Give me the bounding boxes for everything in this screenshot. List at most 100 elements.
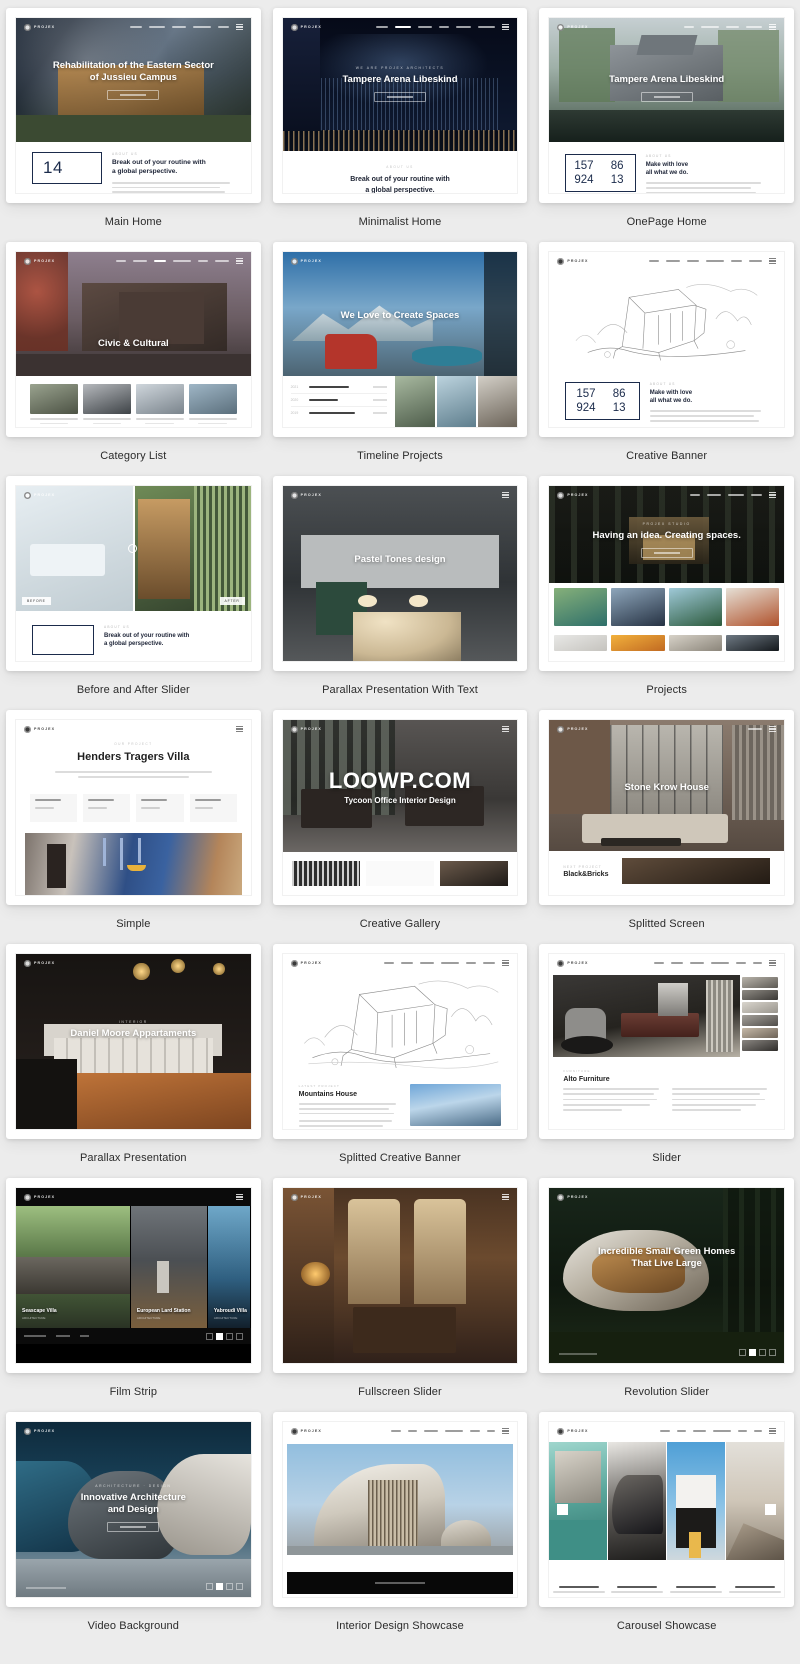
list-item[interactable] [82,384,131,425]
gallery-item[interactable] [668,588,722,626]
menu-icon[interactable] [235,726,243,732]
menu-icon[interactable] [235,258,243,264]
slider-thumb[interactable] [742,1040,778,1052]
slider-thumb[interactable] [742,1027,778,1039]
demo-thumbnail[interactable]: PROJEX [281,1421,519,1598]
demo-thumbnail[interactable]: BEFORE AFTER PROJEX ABOUT US Break out o… [15,485,252,662]
demo-thumbnail[interactable]: PROJEX [548,953,785,1130]
gallery-item[interactable] [668,635,722,651]
gallery-item[interactable] [554,588,608,626]
demo-card-minimalist-home[interactable]: PROJEX WE ARE PROJEX ARCHITECTS Tampere … [272,8,528,203]
demo-card-creative-gallery[interactable]: PROJEX LOOWP.COM Tycoon Office Interior … [272,710,528,905]
film-pane[interactable]: Yabroudi Villa ARCHITECTURE [207,1206,251,1328]
slider-thumb[interactable] [742,977,778,988]
play-pause-button[interactable] [215,1583,223,1590]
demo-card-onepage-home[interactable]: PROJEX Tampere Arena Libeskind 157 86 92… [539,8,794,203]
gallery-item[interactable] [291,861,360,886]
hero-cta-button[interactable] [373,91,426,102]
demo-thumbnail[interactable]: PROJEX We Love to Create Spaces 2021 202… [281,251,519,428]
pagination-prev[interactable] [205,1583,213,1590]
demo-card-main-home[interactable]: PROJEX Rehabilitation of the Eastern Sec… [6,8,261,203]
showcase-image[interactable] [286,1444,514,1555]
menu-icon[interactable] [769,492,776,498]
next-project-image[interactable] [622,858,770,884]
gallery-item[interactable] [554,635,608,651]
pagination-last[interactable] [235,1583,243,1590]
film-pane[interactable]: Seascape Villa ARCHITECTURE [16,1206,131,1328]
hero-cta-button[interactable] [640,91,693,102]
pagination-next[interactable] [759,1349,766,1356]
demo-thumbnail[interactable]: PROJEX [548,251,785,428]
demo-card-simple[interactable]: PROJEX OUR PROJECT Henders Tragers Villa [6,710,261,905]
hero-cta-button[interactable] [640,547,693,558]
gallery-item[interactable] [725,588,779,626]
demo-card-fullscreen-slider[interactable]: PROJEX [272,1178,528,1373]
pagination-prev[interactable] [739,1349,746,1356]
menu-icon[interactable] [769,258,776,264]
demo-thumbnail[interactable]: PROJEX PROJEX STUDIO Having an idea. Cre… [548,485,785,662]
demo-card-parallax-presentation[interactable]: PROJEX INTERIOR Daniel Moore Appartament… [6,944,261,1139]
demo-thumbnail[interactable]: PROJEX Incredible Small Green Homes That… [548,1187,785,1364]
demo-card-parallax-with-text[interactable]: PROJEX Pastel Tones design [272,476,528,671]
slider-main-image[interactable] [553,975,740,1057]
demo-card-projects[interactable]: PROJEX PROJEX STUDIO Having an idea. Cre… [539,476,794,671]
demo-card-splitted-creative-banner[interactable]: PROJEX LATEST PROJECT Mountains House [272,944,528,1139]
gallery-item[interactable] [611,635,665,651]
video-controls[interactable] [205,1583,243,1590]
pagination-next[interactable] [225,1332,233,1340]
pagination-next[interactable] [225,1583,233,1590]
demo-thumbnail[interactable]: PROJEX INTERIOR Daniel Moore Appartament… [15,953,252,1130]
demo-card-creative-banner[interactable]: PROJEX 157 86 924 13 ABOUT US Make with … [539,242,794,437]
demo-thumbnail[interactable]: PROJEX OUR PROJECT Henders Tragers Villa [15,719,252,896]
film-pane[interactable]: European Lard Station ARCHITECTURE [130,1206,208,1328]
menu-icon[interactable] [769,1428,776,1434]
slider-thumb[interactable] [742,989,778,1001]
carousel-slide[interactable] [667,1442,726,1560]
carousel-slide[interactable] [608,1442,667,1560]
gallery-item[interactable] [611,588,665,626]
hero-cta-button[interactable] [107,89,160,100]
demo-card-category-list[interactable]: PROJEX Civic & Cultural [6,242,261,437]
pagination[interactable] [739,1349,776,1356]
carousel-slide[interactable] [549,1442,608,1560]
demo-card-splitted-screen[interactable]: PROJEX Stone Krow House NEXT PROJECT Bla… [539,710,794,905]
demo-thumbnail[interactable]: PROJEX [281,1187,519,1364]
demo-thumbnail[interactable]: PROJEX Tampere Arena Libeskind 157 86 92… [548,17,785,194]
demo-card-film-strip[interactable]: PROJEX Seascape Villa ARCHITECTURE Europ… [6,1178,261,1373]
menu-icon[interactable] [502,726,510,732]
demo-thumbnail[interactable]: PROJEX [548,1421,785,1598]
pagination-last[interactable] [235,1332,243,1340]
pagination-prev[interactable] [205,1332,213,1340]
timeline-row[interactable]: 2020 [290,394,388,407]
timeline-row[interactable]: 2021 [290,381,388,394]
demo-card-timeline-projects[interactable]: PROJEX We Love to Create Spaces 2021 202… [272,242,528,437]
timeline-image[interactable] [477,376,518,427]
demo-thumbnail[interactable]: PROJEX Stone Krow House NEXT PROJECT Bla… [548,719,785,896]
demo-thumbnail[interactable]: PROJEX LOOWP.COM Tycoon Office Interior … [281,719,519,896]
menu-icon[interactable] [502,24,510,30]
menu-icon[interactable] [235,1194,243,1200]
slider-thumb[interactable] [742,1002,778,1014]
menu-icon[interactable] [502,1194,510,1200]
carousel-slide[interactable] [726,1442,785,1560]
demo-card-before-after-slider[interactable]: BEFORE AFTER PROJEX ABOUT US Break out o… [6,476,261,671]
pagination-current[interactable] [749,1349,756,1356]
demo-card-interior-design-showcase[interactable]: PROJEX [272,1412,528,1607]
menu-icon[interactable] [235,24,243,30]
demo-thumbnail[interactable]: PROJEX Civic & Cultural [15,251,252,428]
demo-thumbnail[interactable]: PROJEX [281,953,519,1130]
timeline-image[interactable] [436,376,476,427]
gallery-item[interactable] [365,861,435,886]
demo-card-video-background[interactable]: PROJEX ARCHITECTURE · DESIGN Innovative … [6,1412,261,1607]
menu-icon[interactable] [769,960,776,966]
list-item[interactable] [30,384,78,425]
section-image[interactable] [409,1084,502,1126]
demo-card-slider[interactable]: PROJEX FURNITURE Alto Furniture [539,944,794,1139]
demo-thumbnail[interactable]: PROJEX ARCHITECTURE · DESIGN Innovative … [15,1421,252,1598]
hero-cta-button[interactable] [107,1521,160,1532]
pagination-last[interactable] [769,1349,776,1356]
gallery-item[interactable] [725,635,779,651]
pagination[interactable] [205,1332,243,1340]
menu-icon[interactable] [769,24,776,30]
carousel-next-button[interactable] [765,1503,776,1515]
